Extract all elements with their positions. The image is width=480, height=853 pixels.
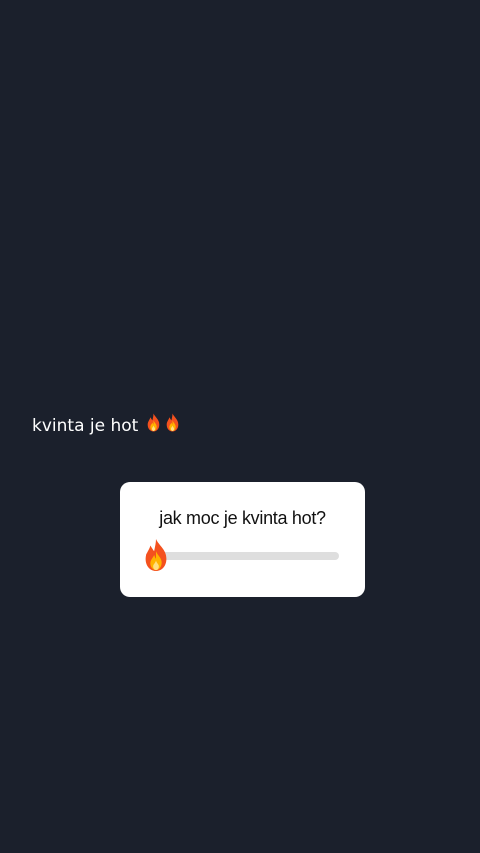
fire-icon	[144, 413, 163, 432]
emoji-slider-sticker: jak moc je kvinta hot?	[120, 482, 365, 597]
caption-text: kvinta je hot	[32, 416, 139, 436]
fire-icon	[163, 413, 182, 432]
slider-track[interactable]	[145, 538, 339, 572]
slider-question: jak moc je kvinta hot?	[159, 508, 326, 528]
fire-icon	[140, 538, 172, 572]
story-caption: kvinta je hot	[32, 412, 182, 440]
slider-thumb[interactable]	[140, 538, 172, 572]
